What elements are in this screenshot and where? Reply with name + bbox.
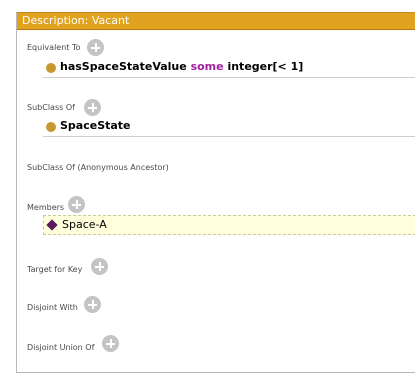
some-keyword: some	[190, 60, 224, 73]
subclass-of-label: SubClass Of	[27, 103, 75, 112]
individual-diamond-icon	[46, 219, 58, 231]
member-name: Space-A	[62, 218, 107, 231]
members-entry[interactable]: Space-A	[43, 215, 415, 235]
panel-title: Description: Vacant	[22, 14, 130, 27]
panel-title-bar: Description: Vacant	[17, 12, 415, 30]
add-subclass-of-button[interactable]	[84, 99, 101, 116]
add-members-button[interactable]	[68, 196, 85, 213]
equivalent-to-entry[interactable]: hasSpaceStateValue some integer[< 1]	[43, 60, 415, 78]
class-icon	[46, 63, 56, 73]
add-disjoint-union-of-button[interactable]	[102, 335, 119, 352]
property-name: hasSpaceStateValue	[60, 60, 187, 73]
add-target-for-key-button[interactable]	[91, 258, 108, 275]
superclass-name: SpaceState	[60, 119, 131, 132]
add-disjoint-with-button[interactable]	[84, 296, 101, 313]
disjoint-union-of-label: Disjoint Union Of	[27, 343, 95, 352]
disjoint-with-label: Disjoint With	[27, 303, 78, 312]
class-icon	[46, 122, 56, 132]
description-panel: Description: Vacant Equivalent To hasSpa…	[16, 12, 415, 373]
members-label: Members	[27, 203, 65, 212]
add-equivalent-to-button[interactable]	[87, 39, 104, 56]
subclass-of-entry[interactable]: SpaceState	[43, 119, 415, 137]
equivalent-to-label: Equivalent To	[27, 43, 81, 52]
equivalent-to-expression: hasSpaceStateValue some integer[< 1]	[60, 60, 303, 73]
subclass-of-anonymous-ancestor-label: SubClass Of (Anonymous Ancestor)	[27, 163, 169, 172]
datatype-restriction: integer[< 1]	[227, 60, 304, 73]
target-for-key-label: Target for Key	[27, 265, 83, 274]
